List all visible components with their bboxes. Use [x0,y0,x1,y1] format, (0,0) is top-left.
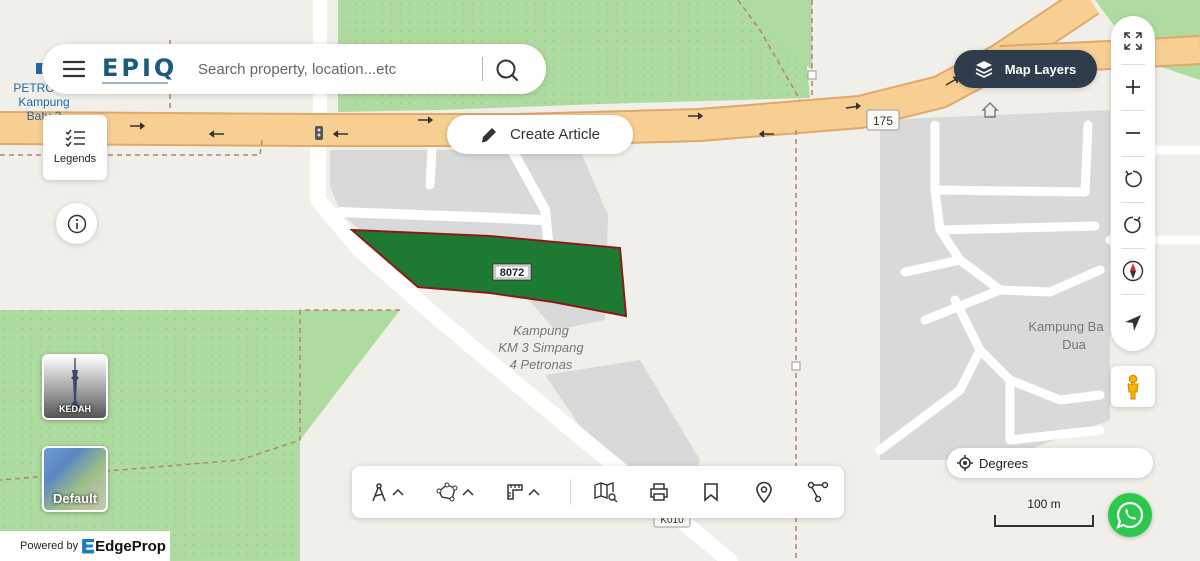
rotate-right-button[interactable] [1111,202,1155,248]
edgeprop-logo-mark [82,538,95,554]
traffic-light-icon [315,126,323,140]
print-button[interactable] [649,479,669,505]
route-button[interactable] [807,479,829,505]
place-label-line: Kampung Ba [1028,319,1104,334]
rotate-right-icon [1124,216,1141,234]
toolbar-divider [570,479,571,505]
pencil-icon [481,127,496,142]
search-input[interactable] [198,54,478,84]
place-label-line: Kampung [18,95,69,109]
locate-me-button[interactable] [1111,300,1155,346]
road-shield: 175 [866,109,900,131]
parcel-label: 8072 [500,267,524,279]
list-icon [65,129,85,148]
legends-button[interactable]: Legends [43,115,107,180]
map-search-icon [594,482,618,503]
bottom-tools-toolbar [352,466,844,518]
fullscreen-button[interactable] [1111,18,1155,64]
print-icon [650,483,668,501]
scale-bar: 100 m [994,497,1094,529]
ruler-tool-button[interactable] [506,479,540,505]
chevron-up-icon [462,488,474,496]
edgeprop-logo[interactable]: EdgeProp [82,538,166,555]
chevron-up-icon [392,488,404,496]
draw-polygon-tool-button[interactable] [436,479,474,505]
boundary-marker [807,70,817,80]
street-view-button[interactable] [1111,366,1155,407]
place-label-line: 4 Petronas [510,357,573,372]
legends-label: Legends [53,153,97,165]
info-button[interactable] [56,203,97,244]
powered-by-label: Powered by [20,540,79,552]
create-article-button[interactable]: Create Article [447,115,633,154]
boundary-marker [791,361,801,371]
bookmark-icon [704,483,718,502]
place-label-line: KM 3 Simpang [498,340,584,355]
hamburger-menu-icon[interactable] [62,57,86,81]
map-search-button[interactable] [594,479,618,505]
scale-label: 100 m [1027,497,1061,511]
create-article-label: Create Article [509,126,601,143]
scale-line [994,515,1094,527]
logo-tagline-bar [102,82,168,84]
epiq-logo[interactable]: EPIQ [102,54,174,86]
route-icon [807,481,829,503]
zoom-in-icon [1126,80,1140,94]
whatsapp-icon [1116,501,1144,529]
default-label: Default [52,491,98,506]
map-controls-toolbar [1111,16,1155,351]
compass-button[interactable] [1111,248,1155,294]
zoom-in-button[interactable] [1111,64,1155,110]
rotate-left-icon [1125,170,1142,188]
place-label-line: Kampung [513,323,569,338]
zoom-out-button[interactable] [1111,110,1155,156]
whatsapp-button[interactable] [1108,493,1152,537]
map-layers-label: Map Layers [1004,61,1077,77]
bookmark-button[interactable] [703,479,719,505]
road-shield-number: 175 [873,114,893,128]
zoom-out-icon [1126,132,1140,134]
info-icon [67,214,86,233]
measure-icon [372,483,386,502]
location-pin-button[interactable] [755,479,773,505]
fullscreen-icon [1124,32,1142,50]
logo-text: EPIQ [102,54,178,82]
degrees-label: Degrees [979,455,1029,471]
pegman-icon [1127,374,1139,399]
ruler-icon [507,484,523,500]
compass-icon [1122,260,1144,282]
place-label-line: Dua [1062,337,1087,352]
kedah-region-button[interactable]: KEDAH [42,354,108,420]
powered-by-footer: Powered by EdgeProp [0,531,170,561]
edgeprop-brand: EdgeProp [95,537,166,555]
measure-tool-button[interactable] [370,479,404,505]
chevron-up-icon [528,488,540,496]
locate-icon [1125,315,1141,331]
kedah-label: KEDAH [58,404,91,414]
toolbar-divider [1121,294,1145,295]
crosshair-icon [957,455,973,471]
degrees-toggle[interactable]: Degrees [947,448,1153,478]
map-layers-button[interactable]: Map Layers [954,50,1097,88]
search-bar: EPIQ [42,44,546,94]
location-pin-icon [756,481,772,503]
default-basemap-button[interactable]: Default [42,446,108,512]
layers-icon [975,61,993,78]
draw-polygon-icon [436,482,458,502]
rotate-left-button[interactable] [1111,156,1155,202]
search-icon[interactable] [494,57,520,83]
search-divider [482,57,483,81]
